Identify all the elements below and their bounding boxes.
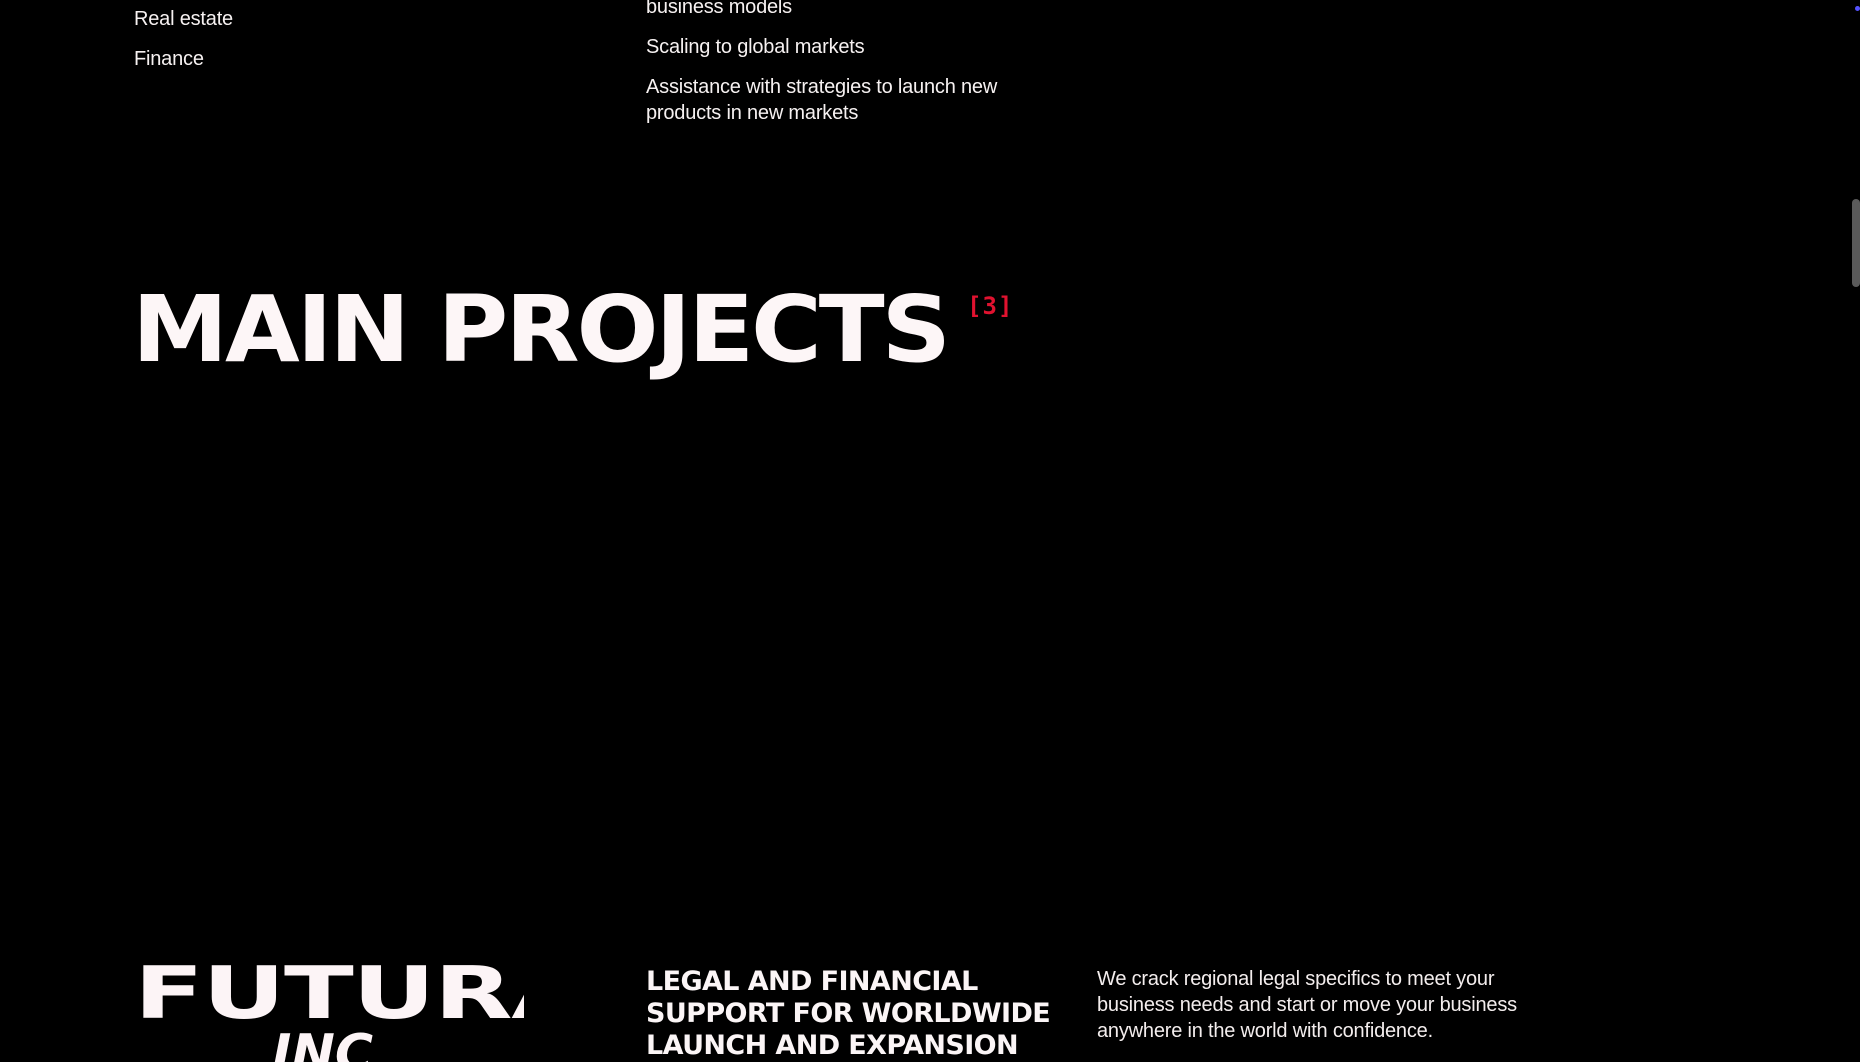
status-dot-icon: [1855, 6, 1860, 11]
project-heading: LEGAL AND FINANCIAL SUPPORT FOR WORLDWID…: [646, 966, 1051, 1061]
service-item-global-markets: Scaling to global markets: [646, 36, 865, 58]
service-item-launch-strategies: Assistance with strategies to launch new…: [646, 76, 998, 124]
page: Real estate Finance business models Scal…: [0, 0, 1860, 1062]
industry-item-real-estate: Real estate: [134, 8, 233, 30]
main-projects-title: MAIN PROJECTS: [132, 276, 951, 383]
logo-wordmark: FUTURA: [134, 962, 524, 1035]
scrollbar-thumb[interactable]: [1852, 199, 1860, 287]
services-list: business models Scaling to global market…: [646, 0, 1026, 140]
futura-inc-logo[interactable]: FUTURA INC: [134, 962, 524, 1062]
main-projects-header: MAIN PROJECTS [3]: [132, 280, 1013, 380]
service-item-business-models: business models: [646, 0, 792, 18]
industry-item-finance: Finance: [134, 48, 204, 70]
projects-count-badge: [3]: [967, 292, 1014, 320]
page-scrollbar[interactable]: [1850, 0, 1860, 1062]
industries-list: Real estate Finance: [134, 6, 233, 72]
project-description: We crack regional legal specifics to mee…: [1097, 968, 1517, 1042]
